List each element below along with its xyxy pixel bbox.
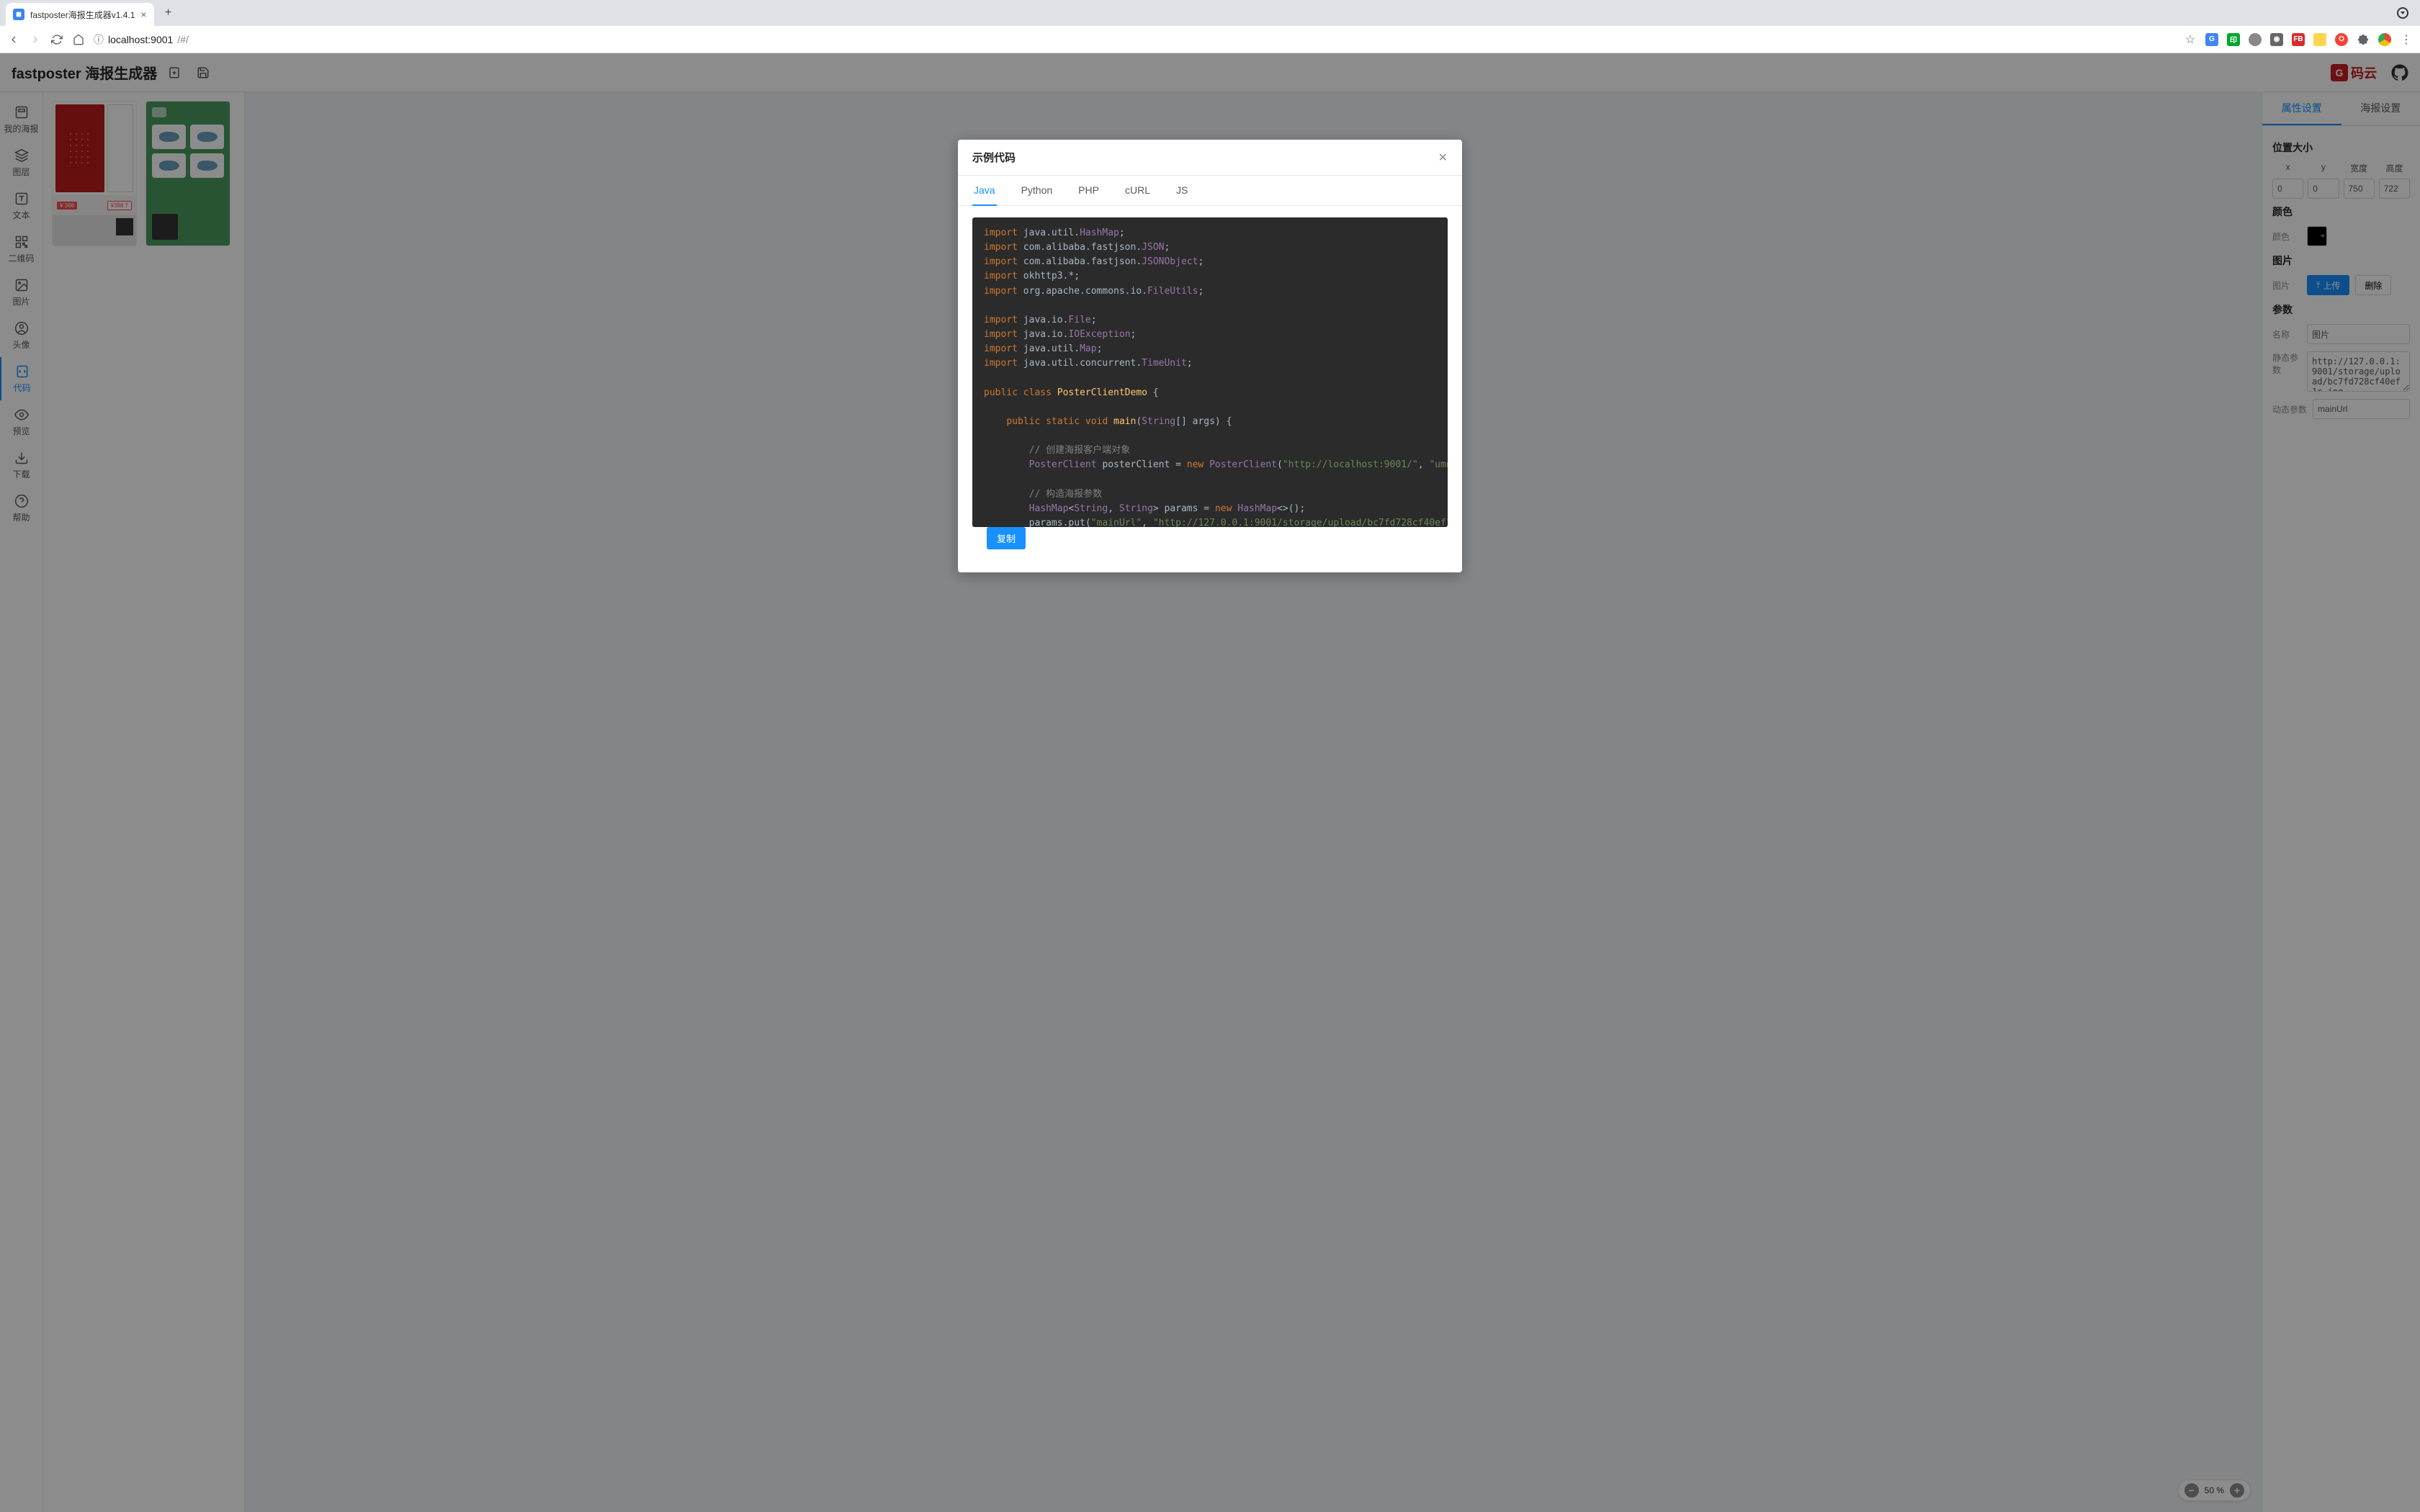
close-icon[interactable]: ✕ — [1438, 150, 1448, 165]
back-icon[interactable] — [7, 33, 20, 46]
url-port: :9001 — [148, 34, 173, 45]
modal-mask[interactable]: 示例代码 ✕ Java Python PHP cURL JS import ja… — [0, 53, 2420, 1512]
extension-icon[interactable] — [2249, 33, 2262, 46]
url-path: /#/ — [177, 34, 189, 45]
reload-icon[interactable] — [50, 33, 63, 46]
tab-bar: fastposter海报生成器v1.4.1 × + — [0, 0, 2420, 26]
url-host: localhost — [108, 34, 148, 45]
home-icon[interactable] — [72, 33, 85, 46]
chrome-profile-icon[interactable] — [2378, 33, 2391, 46]
favicon-icon — [13, 9, 24, 20]
url-box[interactable]: ⓘ localhost:9001 /#/ — [94, 32, 189, 47]
modal-title: 示例代码 — [972, 150, 1016, 165]
tab-curl[interactable]: cURL — [1124, 176, 1152, 205]
browser-chrome: fastposter海报生成器v1.4.1 × + ⓘ localhost:90… — [0, 0, 2420, 53]
extension-icon[interactable]: ◉ — [2270, 33, 2283, 46]
tab-java[interactable]: Java — [972, 176, 997, 206]
new-tab-button[interactable]: + — [158, 3, 179, 23]
extensions-icon[interactable] — [2357, 33, 2370, 46]
close-icon[interactable]: × — [140, 9, 146, 20]
extension-icon[interactable]: 印 — [2227, 33, 2240, 46]
tab-php[interactable]: PHP — [1077, 176, 1101, 205]
extension-icon[interactable] — [2313, 33, 2326, 46]
extension-icon[interactable]: G — [2205, 33, 2218, 46]
code-lang-tabs: Java Python PHP cURL JS — [958, 176, 1462, 206]
app: fastposter 海报生成器 G 码云 我的海报 图层 文本 二维码 图片 … — [0, 53, 2420, 1512]
extension-icon[interactable]: O — [2335, 33, 2348, 46]
star-icon[interactable]: ☆ — [2184, 33, 2197, 46]
tab-python[interactable]: Python — [1020, 176, 1054, 205]
window-menu-icon[interactable] — [2397, 7, 2408, 19]
info-icon: ⓘ — [94, 32, 104, 47]
copy-button[interactable]: 复制 — [987, 527, 1026, 549]
extension-icon[interactable]: FB — [2292, 33, 2305, 46]
browser-tab[interactable]: fastposter海报生成器v1.4.1 × — [6, 3, 154, 26]
tab-js[interactable]: JS — [1175, 176, 1189, 205]
kebab-menu-icon[interactable]: ⋮ — [2400, 33, 2413, 46]
code-block[interactable]: import java.util.HashMap; import com.ali… — [972, 217, 1448, 527]
code-sample-modal: 示例代码 ✕ Java Python PHP cURL JS import ja… — [958, 140, 1462, 572]
tab-title: fastposter海报生成器v1.4.1 — [30, 9, 135, 21]
address-bar: ⓘ localhost:9001 /#/ ☆ G 印 ◉ FB O ⋮ — [0, 26, 2420, 53]
forward-icon[interactable] — [29, 33, 42, 46]
